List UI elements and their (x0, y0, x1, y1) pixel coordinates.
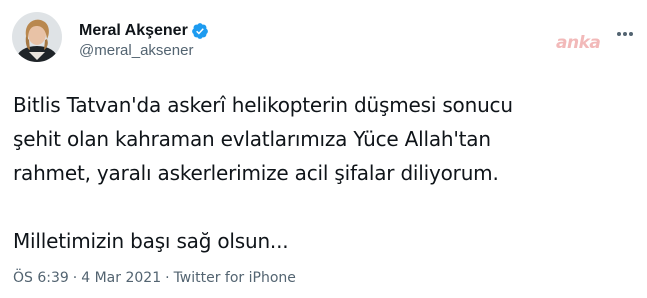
tweet-meta: ÖS 6:39 · 4 Mar 2021 · Twitter for iPhone (13, 268, 296, 288)
author-display-name[interactable]: Meral Akşener (79, 21, 188, 41)
profile-photo-icon (12, 12, 62, 62)
author-handle[interactable]: @meral_aksener (79, 41, 193, 61)
verified-badge-icon (191, 22, 209, 40)
meta-separator: · (72, 270, 78, 286)
tweet-text-line: şehit olan kahraman evlatlarımıza Yüce A… (13, 127, 491, 151)
meta-separator: · (165, 270, 170, 286)
more-options-icon[interactable] (612, 24, 636, 44)
avatar[interactable] (12, 12, 62, 62)
tweet-source-link[interactable]: Twitter for iPhone (174, 270, 296, 286)
tweet: Meral Akşener @meral_aksener anka Bitlis… (0, 0, 647, 298)
author-name-row[interactable]: Meral Akşener (79, 21, 209, 41)
tweet-timestamp-date[interactable]: 4 Mar 2021 (81, 270, 161, 286)
tweet-text: Bitlis Tatvan'da askerî helikopterin düş… (13, 88, 613, 258)
tweet-text-line: rahmet, yaralı askerlerimize acil şifala… (13, 161, 499, 185)
tweet-text-line: Bitlis Tatvan'da askerî helikopterin düş… (13, 93, 513, 117)
tweet-timestamp-time[interactable]: ÖS 6:39 (13, 270, 69, 286)
anka-watermark: anka (556, 33, 601, 53)
tweet-text-line: Milletimizin başı sağ olsun... (13, 229, 289, 253)
